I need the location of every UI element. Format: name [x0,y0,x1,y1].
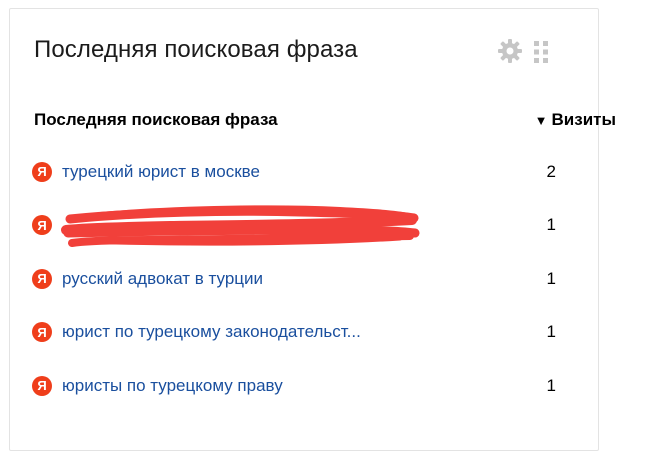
yandex-logo-icon: Я [32,375,52,396]
table-row: Я русский адвокат в турции 1 [32,252,556,306]
phrases-table: Я турецкий юрист в москве 2 Я 1 Я русски… [32,145,556,413]
table-row: Я юристы по турецкому праву 1 [32,359,556,413]
yandex-logo-icon: Я [32,215,52,236]
search-phrase-link[interactable]: русский адвокат в турции [62,269,263,289]
drag-handle-icon[interactable] [533,40,549,64]
table-row: Я 1 [32,199,556,253]
visits-count: 1 [546,322,556,342]
widget-title: Последняя поисковая фраза [34,36,358,63]
table-row: Я юрист по турецкому законодательст... 1 [32,306,556,360]
yandex-logo-icon: Я [32,161,52,182]
table-row: Я турецкий юрист в москве 2 [32,145,556,199]
yandex-logo-icon: Я [32,322,52,343]
visits-count: 1 [546,268,556,288]
search-phrase-link[interactable]: юрист по турецкому законодательст... [62,322,361,342]
search-phrase-link[interactable]: юристы по турецкому праву [62,376,283,396]
column-header-visits-label: Визиты [551,110,616,129]
column-header-visits[interactable]: ▼ Визиты [535,110,616,130]
sort-desc-icon: ▼ [534,112,548,128]
visits-count: 2 [546,161,556,181]
visits-count: 1 [546,375,556,395]
column-header-phrase: Последняя поисковая фраза [34,110,278,129]
search-phrase-link[interactable]: турецкий юрист в москве [62,162,260,182]
gear-icon[interactable] [497,38,523,64]
search-phrase-link-redacted[interactable] [62,216,382,234]
visits-count: 1 [546,215,556,235]
yandex-logo-icon: Я [32,268,52,289]
